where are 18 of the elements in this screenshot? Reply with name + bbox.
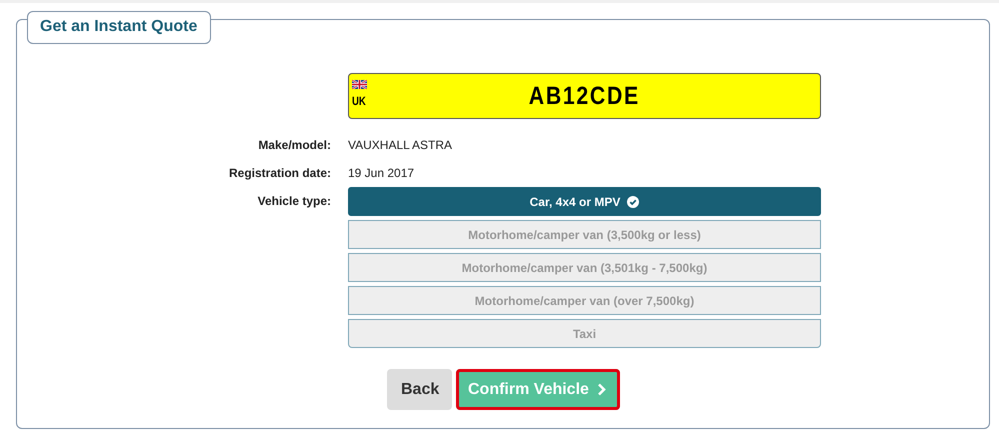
confirm-button[interactable]: Confirm Vehicle [456,369,620,410]
field-value: 19 Jun 2017 [348,166,416,180]
panel-title: Get an Instant Quote [27,11,212,44]
vehicle-type-option[interactable]: Motorhome/camper van (over 7,500kg) [348,286,821,315]
chevron-right-icon [596,383,606,396]
check-icon [627,196,640,208]
country-code: UK [352,94,366,108]
vehicle-type-option[interactable]: Motorhome/camper van (3,500kg or less) [348,220,821,249]
field-label: Registration date: [228,166,331,180]
vehicle-type-option[interactable]: Car, 4x4 or MPV [348,187,821,216]
registration-number: AB12CDE [528,82,640,110]
field-label: Make/model: [258,138,331,152]
back-button[interactable]: Back [387,369,452,410]
vehicle-type-option[interactable]: Taxi [348,319,821,348]
field-label: Vehicle type: [258,194,331,208]
vehicle-type-option[interactable]: Motorhome/camper van (3,501kg - 7,500kg) [348,253,821,282]
field-value: VAUXHALL ASTRA [348,138,454,152]
flag-icon [352,80,367,89]
